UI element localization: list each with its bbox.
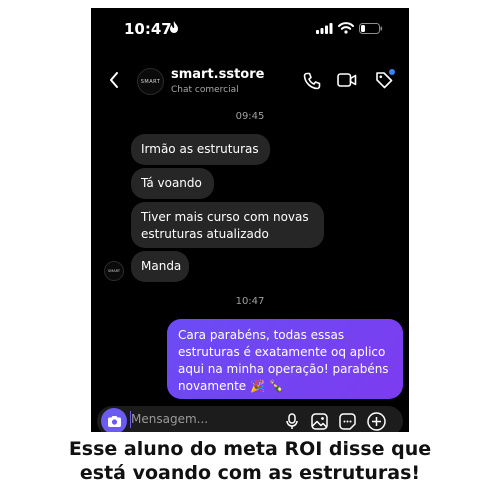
status-time: 10:47 — [124, 20, 172, 38]
message-composer[interactable]: Mensagem... — [97, 406, 403, 432]
message-bubble-incoming[interactable]: Manda — [131, 251, 189, 282]
chat-subtitle: Chat comercial — [171, 85, 239, 95]
message-bubble-incoming[interactable]: Tá voando — [131, 168, 214, 199]
gallery-icon[interactable] — [311, 413, 328, 430]
caption-line: está voando com as estruturas! — [79, 462, 421, 484]
status-bar: 10:47 — [91, 8, 409, 46]
video-icon[interactable] — [337, 72, 357, 88]
camera-icon — [107, 415, 121, 427]
wifi-icon — [338, 22, 354, 34]
mic-icon[interactable] — [286, 413, 298, 430]
timestamp: 10:47 — [235, 296, 265, 307]
battery-icon — [359, 23, 383, 34]
back-icon[interactable] — [109, 72, 119, 88]
camera-button[interactable] — [101, 408, 127, 432]
sender-avatar-logo: SMART — [108, 269, 120, 273]
message-input[interactable]: Mensagem... — [131, 412, 208, 426]
phone-icon[interactable] — [303, 72, 321, 90]
sender-avatar[interactable]: SMART — [104, 261, 124, 281]
notification-dot — [389, 69, 395, 75]
flame-icon — [170, 21, 178, 33]
chat-header: SMART smart.sstore Chat comercial — [91, 52, 409, 104]
chat-screen: 10:47 SMART smart.sstore Chat comercial … — [91, 8, 409, 432]
avatar-logo: SMART — [140, 78, 161, 85]
plus-icon[interactable] — [367, 412, 386, 431]
signal-icon — [316, 23, 333, 34]
message-bubble-incoming[interactable]: Tiver mais curso com novas estruturas at… — [131, 202, 324, 248]
sticker-icon[interactable] — [339, 413, 356, 430]
caption-line: Esse aluno do meta ROI disse que — [68, 438, 432, 460]
avatar[interactable]: SMART — [137, 68, 164, 95]
timestamp: 09:45 — [235, 111, 265, 122]
message-bubble-outgoing[interactable]: Cara parabéns, todas essas estruturas é … — [167, 319, 403, 399]
chat-name[interactable]: smart.sstore — [171, 67, 264, 82]
message-bubble-incoming[interactable]: Irmão as estruturas — [131, 134, 270, 165]
caption: Esse aluno do meta ROI disse que está vo… — [0, 437, 500, 485]
